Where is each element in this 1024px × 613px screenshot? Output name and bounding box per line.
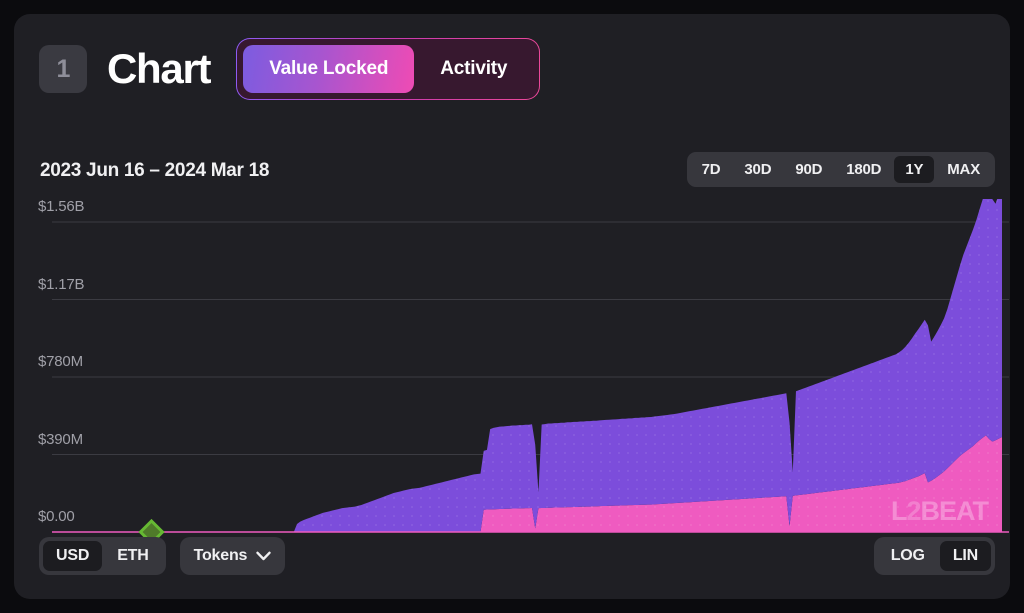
date-range-label: 2023 Jun 16 – 2024 Mar 18: [40, 160, 270, 181]
chart-header: 1 Chart Value Locked Activity: [39, 38, 540, 100]
period-max[interactable]: MAX: [936, 156, 991, 183]
period-180d[interactable]: 180D: [835, 156, 892, 183]
chart-footer-left: USD ETH Tokens: [39, 537, 286, 575]
scale-lin[interactable]: LIN: [939, 541, 991, 571]
scale-toggle: LOG LIN: [873, 537, 995, 575]
tokens-dropdown[interactable]: Tokens: [179, 537, 286, 575]
currency-toggle: USD ETH: [39, 537, 166, 575]
value-locked-area-chart[interactable]: [14, 199, 1010, 549]
chart-tabs: Value Locked Activity: [236, 38, 540, 100]
chart-series-layer: [52, 199, 1009, 533]
tab-value-locked[interactable]: Value Locked: [243, 45, 415, 93]
period-7d[interactable]: 7D: [691, 156, 732, 183]
period-90d[interactable]: 90D: [784, 156, 833, 183]
period-1y[interactable]: 1Y: [894, 156, 935, 183]
chart-area[interactable]: $0.00 $390M $780M $1.17B $1.56B L2BEAT: [14, 198, 1010, 549]
tab-activity[interactable]: Activity: [414, 45, 533, 93]
chart-panel: 1 Chart Value Locked Activity 2023 Jun 1…: [14, 14, 1010, 599]
page-title: Chart: [107, 45, 211, 92]
currency-usd[interactable]: USD: [43, 541, 103, 571]
scale-log[interactable]: LOG: [878, 541, 938, 571]
period-selector: 7D 30D 90D 180D 1Y MAX: [686, 152, 995, 187]
period-30d[interactable]: 30D: [733, 156, 782, 183]
chevron-down-icon: [256, 551, 271, 561]
currency-eth[interactable]: ETH: [104, 541, 161, 571]
series-texture-1: [194, 199, 1002, 532]
rank-badge: 1: [39, 45, 87, 93]
chart-footer-right: LOG LIN: [873, 537, 995, 575]
tokens-dropdown-label: Tokens: [193, 547, 248, 564]
